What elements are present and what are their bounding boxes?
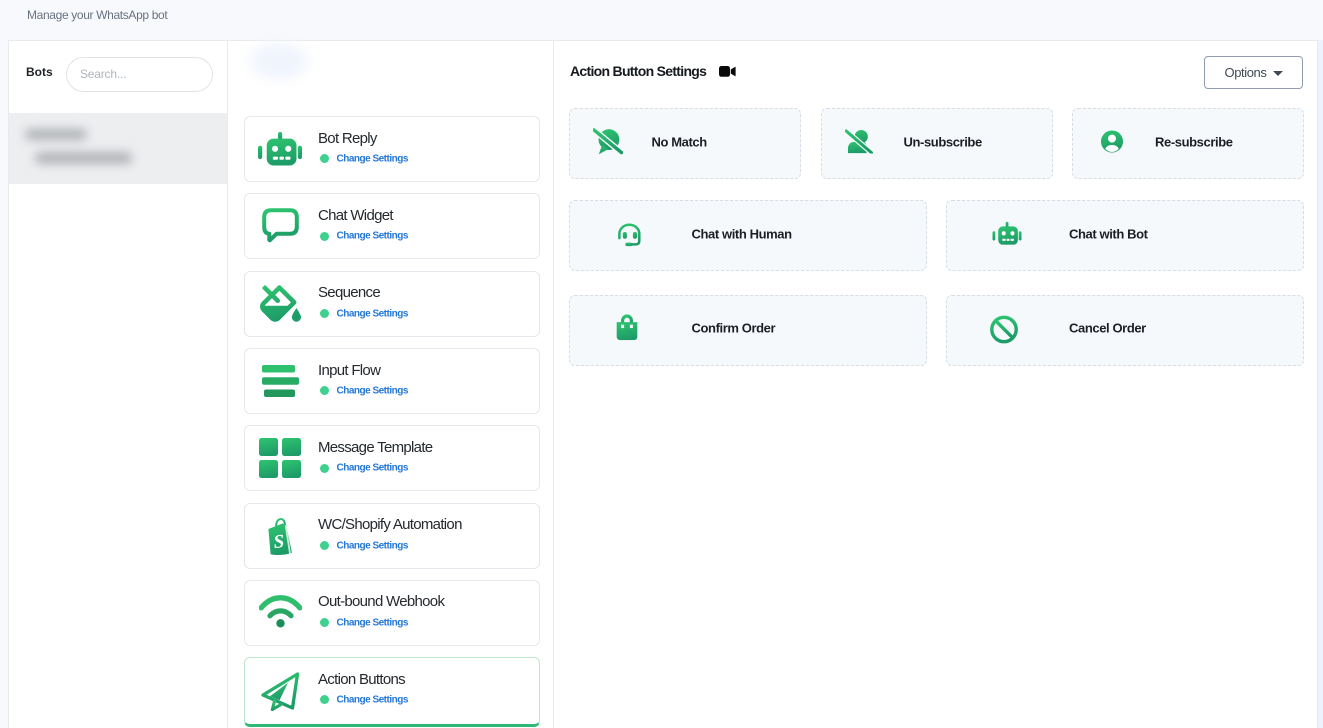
svg-text:S: S xyxy=(273,531,285,553)
